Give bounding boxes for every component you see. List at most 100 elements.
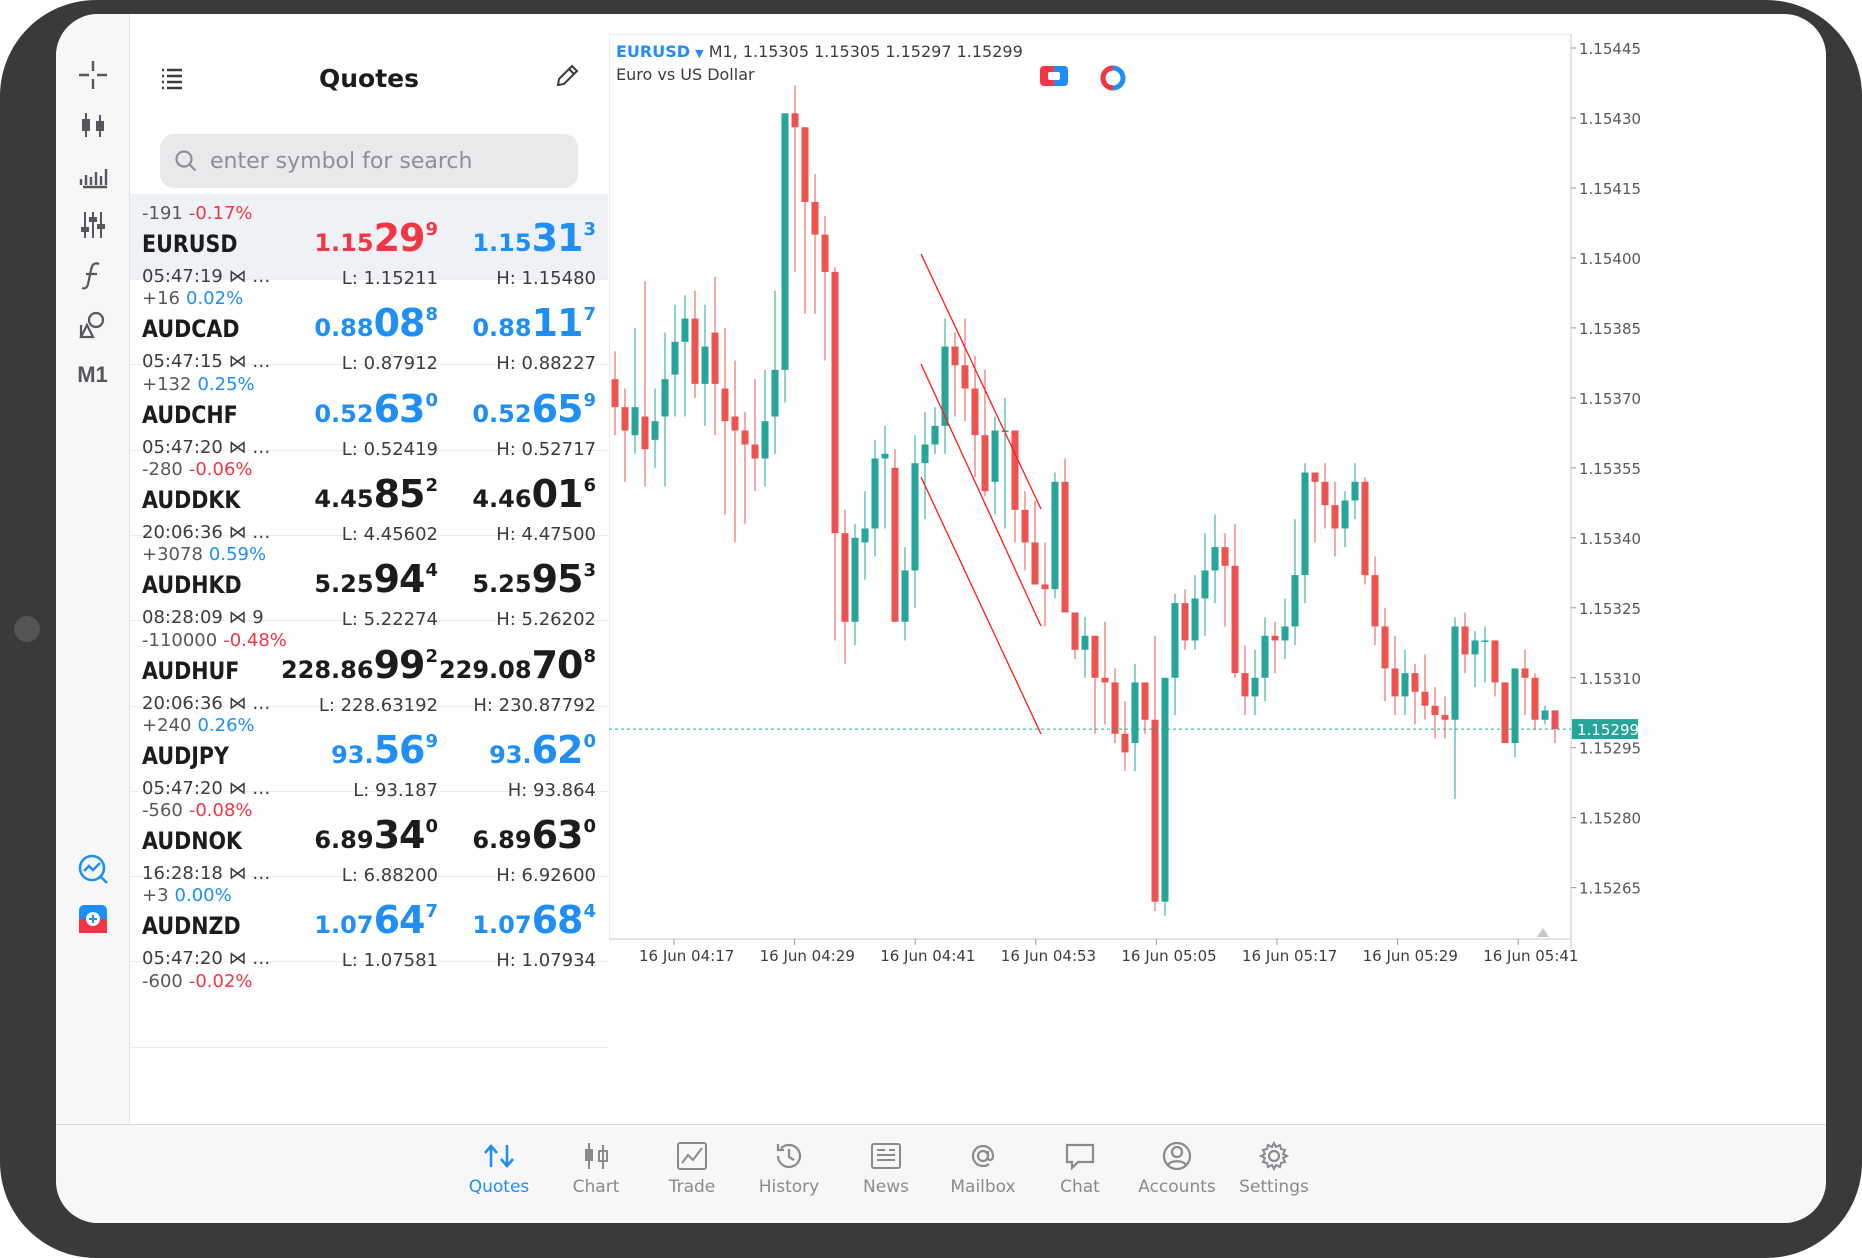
bid-price[interactable]: 1.15299: [314, 216, 438, 260]
bar-chart-icon[interactable]: [56, 150, 129, 200]
tab-settings[interactable]: Settings: [1229, 1135, 1319, 1215]
quote-row-audnzd[interactable]: +3 0.00% AUDNZD 05:47:20 ⋈ 37 1.07647 1.07684…: [130, 876, 608, 971]
candle-body-5: [661, 379, 669, 417]
quote-row-auddkk[interactable]: -280 -0.06% AUDDKK 20:06:36 ⋈ 1... 4.45852 4.…: [130, 450, 608, 545]
bid-price[interactable]: 228.86992: [281, 643, 438, 687]
ask-price[interactable]: 5.25953: [472, 557, 596, 601]
bid-price[interactable]: 0.88088: [314, 301, 438, 345]
one-click-panel-icon[interactable]: [1039, 64, 1069, 93]
tab-history[interactable]: History: [744, 1135, 834, 1215]
ask-price[interactable]: 6.89630: [472, 813, 596, 857]
tab-label: Mailbox: [950, 1177, 1016, 1197]
candle-body-80: [1411, 673, 1419, 692]
candle-body-58: [1191, 598, 1199, 641]
function-icon[interactable]: [56, 250, 129, 300]
depth-of-market-icon[interactable]: [1099, 64, 1127, 97]
ask-price[interactable]: 4.46016: [472, 472, 596, 516]
candle-body-17: [781, 113, 789, 370]
candle-body-11: [721, 388, 729, 422]
crosshair-icon[interactable]: [56, 50, 129, 100]
price-tick-label-10: 1.15295: [1579, 740, 1641, 758]
indicators-icon[interactable]: [56, 200, 129, 250]
quote-row-eurusd[interactable]: -191 -0.17% EURUSD 05:47:19 ⋈ 14 1.15299 1.15…: [130, 194, 608, 289]
bid-price[interactable]: 0.52630: [314, 387, 438, 431]
tab-label: Accounts: [1138, 1177, 1216, 1197]
price-tick-label-12: 1.15265: [1579, 880, 1641, 898]
tab-trade[interactable]: Trade: [647, 1135, 737, 1215]
tab-accounts[interactable]: Accounts: [1132, 1135, 1222, 1215]
search-input[interactable]: [208, 147, 552, 175]
tab-quotes[interactable]: Quotes: [454, 1135, 544, 1215]
candle-body-40: [1011, 430, 1019, 510]
ask-price[interactable]: 93.620: [489, 728, 596, 772]
candle-body-28: [891, 467, 899, 622]
ask-price[interactable]: [595, 984, 596, 1028]
ask-price[interactable]: 0.88117: [472, 301, 596, 345]
tab-chat[interactable]: Chat: [1035, 1135, 1125, 1215]
price-tick-label-3: 1.15400: [1579, 250, 1641, 268]
chevron-down-icon[interactable]: ▼: [695, 47, 703, 60]
quotes-panel: Quotes -191-0.17%EURUSD05:47:19 ⋈ 141.15…: [130, 44, 608, 1124]
front-camera: [14, 616, 40, 642]
change-percent: 0.02%: [186, 288, 244, 310]
candle-body-47: [1081, 635, 1089, 650]
tab-label: Chart: [572, 1177, 620, 1197]
tab-mailbox[interactable]: Mailbox: [938, 1135, 1028, 1215]
tab-news[interactable]: News: [841, 1135, 931, 1215]
account-user-icon: [1132, 1135, 1222, 1177]
trading-signals-icon[interactable]: [56, 844, 129, 894]
ask-price-big: 95: [531, 557, 584, 602]
candle-body-10: [711, 332, 719, 384]
tab-chart[interactable]: Chart: [551, 1135, 641, 1215]
price-tick-label-1: 1.15430: [1579, 110, 1641, 128]
symbol-search[interactable]: [160, 134, 578, 188]
change-percent: -0.08%: [188, 800, 253, 822]
ask-price-prefix: 6.89: [472, 826, 532, 855]
bid-price[interactable]: [437, 984, 438, 1028]
quote-row-audcad[interactable]: +16 0.02% AUDCAD 05:47:15 ⋈ 29 0.88088 0.8811…: [130, 279, 608, 374]
bid-price[interactable]: 4.45852: [314, 472, 438, 516]
bid-price-prefix: 93.: [331, 740, 374, 769]
quote-row-audhkd[interactable]: +3078 0.59% AUDHKD 08:28:09 ⋈ 9 5.25944 5.259…: [130, 535, 608, 630]
daily-change: -110000 -0.48%: [142, 630, 287, 651]
bid-price-point: 2: [425, 474, 438, 496]
ask-price-big: 68: [531, 898, 584, 943]
symbol-name: AUDHKD: [142, 571, 242, 600]
candle-body-35: [961, 365, 969, 389]
candle-body-86: [1471, 640, 1479, 655]
bid-price-big: 29: [373, 216, 426, 260]
ask-price-prefix: 1.07: [472, 911, 532, 940]
symbol-name: AUDCAD: [142, 315, 240, 344]
quote-row-audchf[interactable]: +132 0.25% AUDCHF 05:47:20 ⋈ 29 0.52630 0.526…: [130, 365, 608, 460]
bid-price[interactable]: 6.89340: [314, 813, 438, 857]
bid-price-prefix: 1.07: [314, 911, 374, 940]
at-sign-icon: [938, 1135, 1028, 1177]
tab-label: News: [863, 1177, 909, 1197]
candle-body-41: [1021, 509, 1029, 543]
one-click-trading-icon[interactable]: [56, 894, 129, 944]
objects-icon[interactable]: [56, 300, 129, 350]
ask-price[interactable]: 1.15313: [472, 216, 596, 260]
candlestick-chart-icon[interactable]: [56, 100, 129, 150]
timeframe-button[interactable]: M1: [56, 350, 129, 400]
ask-price[interactable]: 1.07684: [472, 898, 596, 942]
change-points: +132: [142, 373, 192, 395]
ask-price[interactable]: 229.08708: [439, 643, 596, 687]
ask-price-big: 01: [531, 471, 584, 516]
bid-price[interactable]: 1.07647: [314, 898, 438, 942]
ask-price[interactable]: 0.52659: [472, 387, 596, 431]
bid-price[interactable]: 5.25944: [314, 557, 438, 601]
change-points: -110000: [142, 629, 218, 651]
quote-row-audhuf[interactable]: -110000 -0.48% AUDHUF 20:06:36 ⋈ 2... 228.86…: [130, 621, 608, 716]
candle-body-93: [1541, 710, 1549, 720]
chart-area[interactable]: 1.15445 1.15430 1.15415 1.15400 1.15385 1.153…: [609, 34, 1826, 1124]
edit-pencil-icon[interactable]: [554, 63, 580, 94]
quote-row-partial[interactable]: -600 -0.02%: [130, 962, 608, 1048]
quote-row-audnok[interactable]: -560-0.08%AUDNOK16:28:18 ⋈ 2906.893406.8…: [130, 791, 608, 886]
candle-body-38: [991, 430, 999, 482]
candlestick-chart[interactable]: 1.15445 1.15430 1.15415 1.15400 1.15385 1.153…: [609, 34, 1826, 964]
quote-row-audjpy[interactable]: +240 0.26% AUDJPY 05:47:20 ⋈ 51 93.569 93.620…: [130, 706, 608, 801]
chart-symbol-selector[interactable]: EURUSD: [616, 42, 690, 61]
bid-price[interactable]: 93.569: [331, 728, 438, 772]
daily-change: -560 -0.08%: [142, 800, 253, 821]
